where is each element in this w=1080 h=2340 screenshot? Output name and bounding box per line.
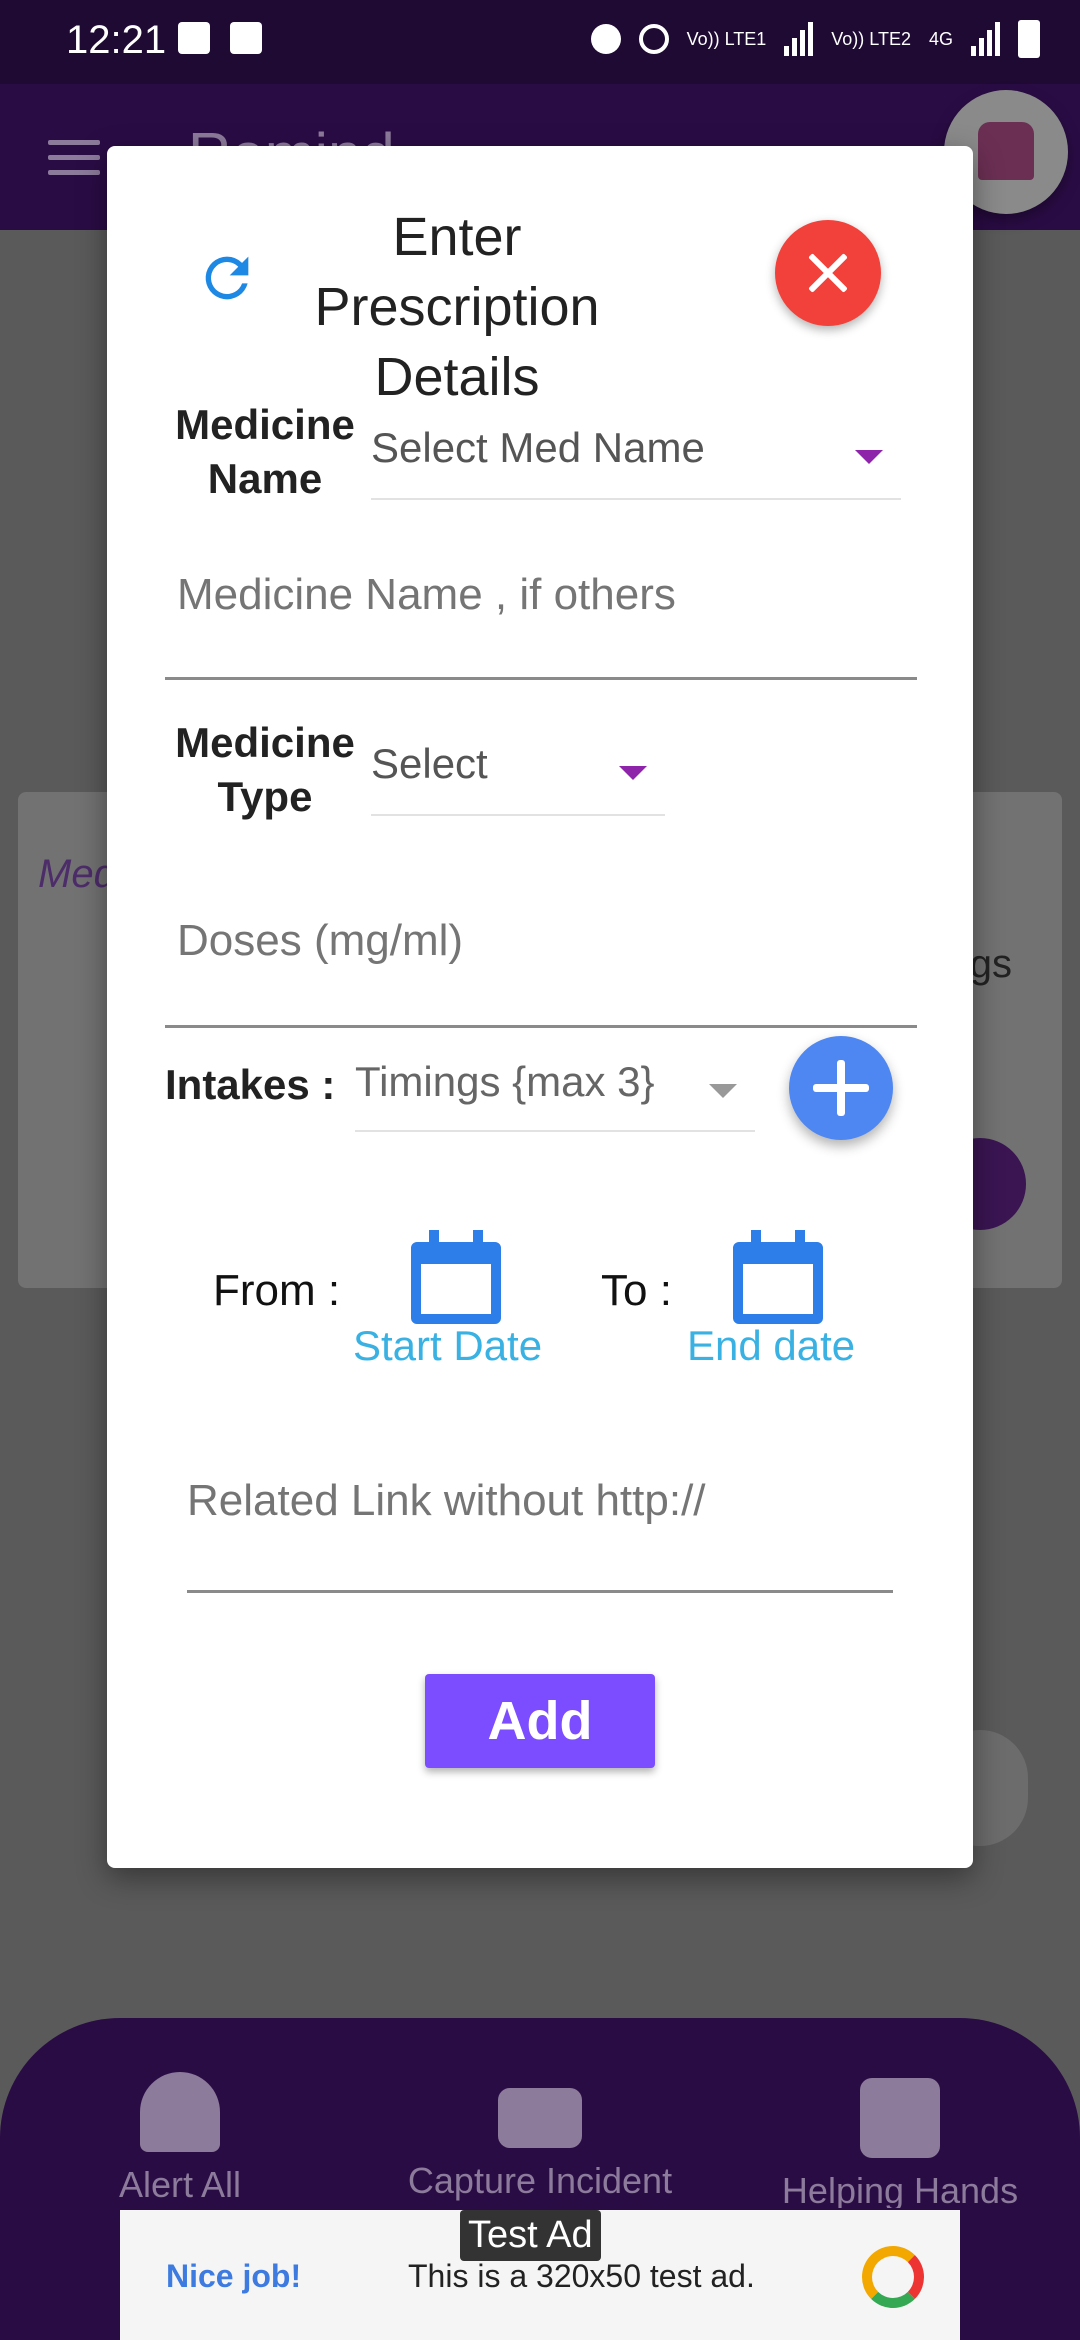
nav-helping-hands[interactable]: Helping Hands — [770, 2078, 1030, 2212]
ad-logo-icon — [862, 2246, 924, 2308]
medicine-name-select[interactable]: Select Med Name — [371, 424, 901, 500]
medicine-type-select[interactable]: Select — [371, 740, 665, 816]
add-intake-button[interactable] — [789, 1036, 893, 1140]
related-link-input[interactable]: Related Link without http:// — [187, 1476, 893, 1593]
hotspot-icon — [638, 24, 669, 54]
dialog-title: Enter Prescription Details — [314, 207, 600, 407]
alarm-icon — [590, 24, 621, 54]
ad-headline[interactable]: Nice job! — [166, 2258, 301, 2295]
bell-plus-icon — [140, 2072, 220, 2152]
related-link-placeholder: Related Link without http:// — [187, 1476, 706, 1525]
nav-capture-incident[interactable]: Capture Incident — [400, 2088, 680, 2202]
doses-input[interactable]: Doses (mg/ml) — [165, 916, 917, 1028]
dropdown-arrow-icon — [709, 1084, 737, 1098]
test-ad-badge: Test Ad — [460, 2210, 601, 2261]
dropdown-arrow-icon — [619, 766, 647, 780]
intakes-label: Intakes : — [165, 1061, 336, 1108]
intakes-select[interactable]: Timings {max 3} — [355, 1058, 755, 1132]
menu-icon[interactable] — [48, 140, 100, 176]
refresh-icon[interactable] — [195, 246, 259, 310]
to-label: To : — [601, 1266, 672, 1315]
add-button[interactable]: Add — [425, 1674, 655, 1768]
end-date-link[interactable]: End date — [687, 1322, 855, 1370]
status-time: 12:21 — [66, 18, 167, 62]
end-calendar-icon[interactable] — [733, 1230, 823, 1324]
close-button[interactable] — [775, 220, 881, 326]
doses-placeholder: Doses (mg/ml) — [177, 916, 464, 965]
medicine-name-label: Medicine Name — [175, 401, 355, 502]
start-calendar-icon[interactable] — [411, 1230, 501, 1324]
checkbox-icon — [230, 22, 262, 54]
dropdown-arrow-icon — [855, 450, 883, 464]
contact-badge-icon — [860, 2078, 940, 2158]
signal-icon-2 — [971, 22, 1000, 56]
medicine-name-select-value: Select Med Name — [371, 424, 705, 471]
status-bar: 12:21 Vo)) LTE1 Vo)) LTE2 4G — [0, 0, 1080, 84]
medicine-name-other-input[interactable]: Medicine Name , if others — [165, 570, 917, 680]
start-date-link[interactable]: Start Date — [353, 1322, 542, 1370]
network-label-1: Vo)) LTE1 — [686, 29, 767, 49]
battery-icon — [1018, 20, 1040, 58]
nav-label: Helping Hands — [781, 2170, 1019, 2211]
prescription-dialog: Enter Prescription Details Medicine Name… — [107, 146, 973, 1868]
network-label-3: 4G — [928, 29, 953, 49]
medicine-name-other-placeholder: Medicine Name , if others — [177, 570, 676, 619]
medicine-type-label: Medicine Type — [175, 719, 355, 820]
nav-label: Alert All — [118, 2164, 242, 2205]
network-label-2: Vo)) LTE2 — [831, 29, 911, 49]
video-camera-icon — [498, 2088, 582, 2148]
signal-icon-1 — [784, 22, 814, 56]
from-label: From : — [213, 1266, 341, 1315]
medicine-type-select-value: Select — [371, 740, 488, 787]
intakes-select-value: Timings {max 3} — [355, 1058, 655, 1105]
nav-alert-all[interactable]: Alert All — [100, 2072, 260, 2206]
ad-text: This is a 320x50 test ad. — [408, 2258, 755, 2294]
image-icon — [178, 22, 210, 54]
card-label: Med — [38, 852, 116, 896]
home-icon — [978, 122, 1034, 180]
nav-label: Capture Incident — [407, 2160, 673, 2201]
